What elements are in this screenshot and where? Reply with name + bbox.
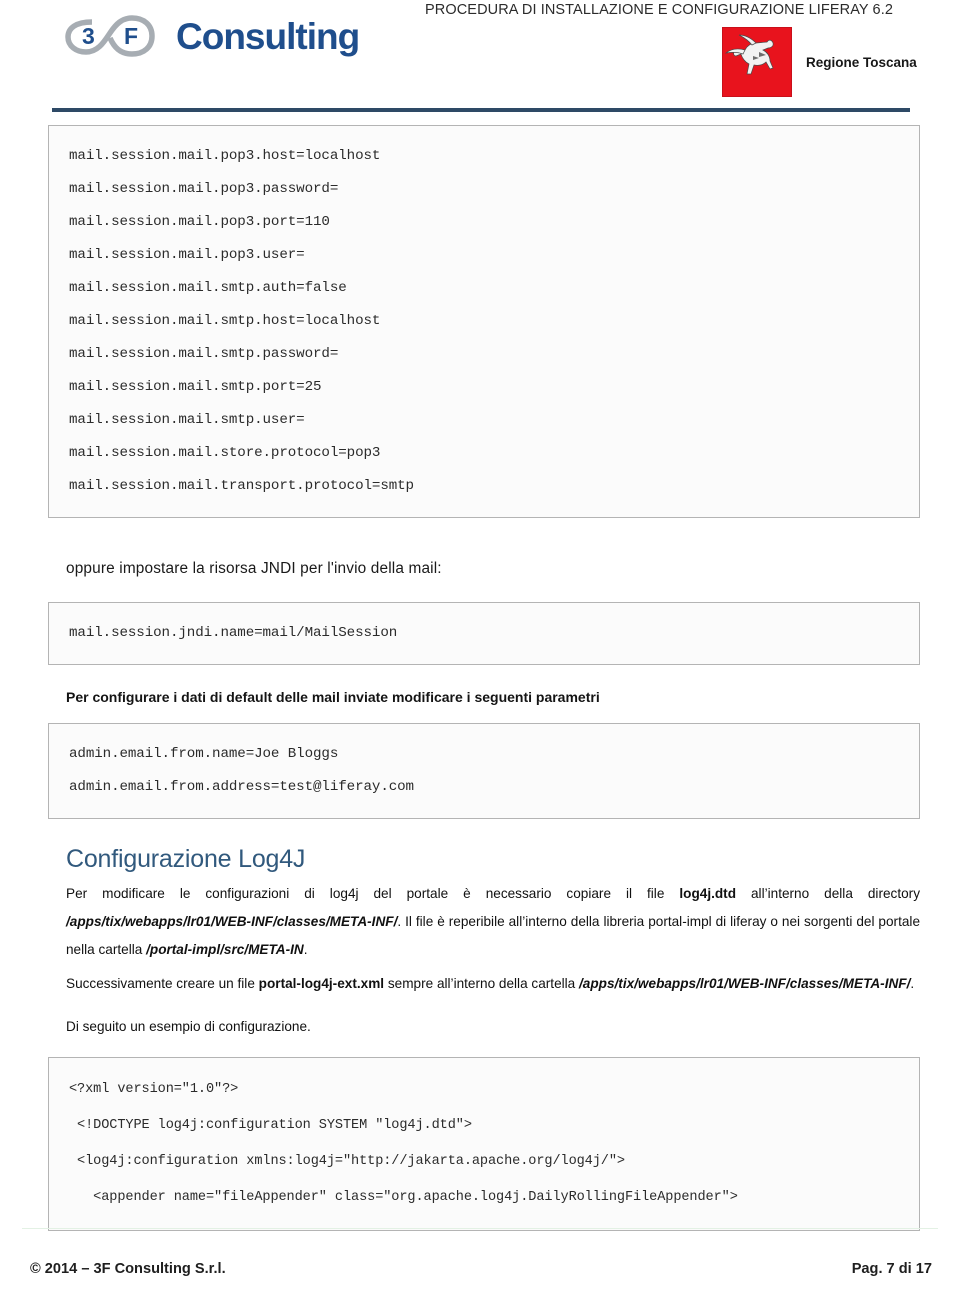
svg-text:3: 3 <box>82 23 95 49</box>
code-line: <!DOCTYPE log4j:configuration SYSTEM "lo… <box>69 1118 472 1134</box>
svg-text:F: F <box>124 23 138 49</box>
filename-portal-log4j-ext: portal-log4j-ext.xml <box>258 975 385 991</box>
page-content: mail.session.mail.pop3.host=localhost ma… <box>0 125 960 1232</box>
footer-page-number: Pag. 7 di 17 <box>851 1261 932 1277</box>
logo-wordmark: Consulting <box>176 16 360 57</box>
log4j-paragraph-2: Successivamente creare un file portal-lo… <box>66 970 920 997</box>
footer-divider <box>22 1228 938 1229</box>
code-line: <appender name="fileAppender" class="org… <box>69 1190 738 1206</box>
text-fragment: Per modificare le configurazioni di log4… <box>66 886 680 901</box>
text-fragment: . <box>303 941 308 957</box>
document-title: PROCEDURA DI INSTALLAZIONE E CONFIGURAZI… <box>425 2 893 18</box>
code-line: mail.session.mail.smtp.auth=false <box>69 280 347 296</box>
3f-consulting-logo: 3 F Consulting <box>62 14 360 60</box>
code-line: mail.session.mail.smtp.host=localhost <box>69 313 381 329</box>
code-line: mail.session.mail.smtp.user= <box>69 412 305 428</box>
code-line: <?xml version="1.0"?> <box>69 1082 239 1098</box>
log4j-paragraph-1: Per modificare le configurazioni di log4… <box>66 880 920 964</box>
text-fragment: Successivamente creare un file <box>66 975 259 991</box>
code-line: mail.session.jndi.name=mail/MailSession <box>69 625 398 641</box>
header-divider <box>52 108 910 112</box>
section-heading-log4j: Configurazione Log4J <box>66 845 306 873</box>
code-line: admin.email.from.name=Joe Bloggs <box>69 746 339 762</box>
code-line: mail.session.mail.pop3.user= <box>69 247 305 263</box>
jndi-intro-text: oppure impostare la risorsa JNDI per l'i… <box>66 560 442 577</box>
log4j-paragraph-3: Di seguito un esempio di configurazione. <box>66 1018 311 1034</box>
code-line: mail.session.mail.pop3.host=localhost <box>69 148 381 164</box>
pegasus-icon <box>722 27 792 97</box>
path-meta-inf-2: /apps/tix/webapps/lr01/WEB-INF/classes/M… <box>579 975 911 991</box>
code-line: mail.session.mail.pop3.password= <box>69 181 339 197</box>
code-line: admin.email.from.address=test@liferay.co… <box>69 779 414 795</box>
code-line: mail.session.mail.smtp.port=25 <box>69 379 322 395</box>
page-footer: © 2014 – 3F Consulting S.r.l. Pag. 7 di … <box>0 1228 960 1283</box>
jndi-codeblock: mail.session.jndi.name=mail/MailSession <box>48 602 920 665</box>
regione-toscana-label: Regione Toscana <box>806 54 917 70</box>
text-fragment: all’interno della directory <box>736 886 920 901</box>
text-fragment: . <box>910 975 915 991</box>
footer-copyright: © 2014 – 3F Consulting S.r.l. <box>30 1261 226 1277</box>
admin-email-codeblock: admin.email.from.name=Joe Bloggs admin.e… <box>48 723 920 819</box>
code-line: mail.session.mail.pop3.port=110 <box>69 214 330 230</box>
path-meta-inf: /apps/tix/webapps/lr01/WEB-INF/classes/M… <box>66 913 398 929</box>
admin-email-intro-text: Per configurare i dati di default delle … <box>66 689 600 705</box>
regione-toscana-logo: Regione Toscana <box>722 27 917 97</box>
page-header: PROCEDURA DI INSTALLAZIONE E CONFIGURAZI… <box>0 0 960 125</box>
code-line: mail.session.mail.store.protocol=pop3 <box>69 445 381 461</box>
code-line: <log4j:configuration xmlns:log4j="http:/… <box>69 1154 625 1170</box>
mail-properties-codeblock: mail.session.mail.pop3.host=localhost ma… <box>48 125 920 518</box>
code-line: mail.session.mail.smtp.password= <box>69 346 339 362</box>
infinity-loop-icon: 3 F <box>62 14 172 60</box>
code-line: mail.session.mail.transport.protocol=smt… <box>69 478 414 494</box>
xml-example-codeblock: <?xml version="1.0"?> <!DOCTYPE log4j:co… <box>48 1057 920 1232</box>
filename-log4j-dtd: log4j.dtd <box>679 886 737 901</box>
path-portal-impl-src: /portal-impl/src/META-IN <box>146 941 304 957</box>
text-fragment: sempre all’interno della cartella <box>384 975 580 991</box>
